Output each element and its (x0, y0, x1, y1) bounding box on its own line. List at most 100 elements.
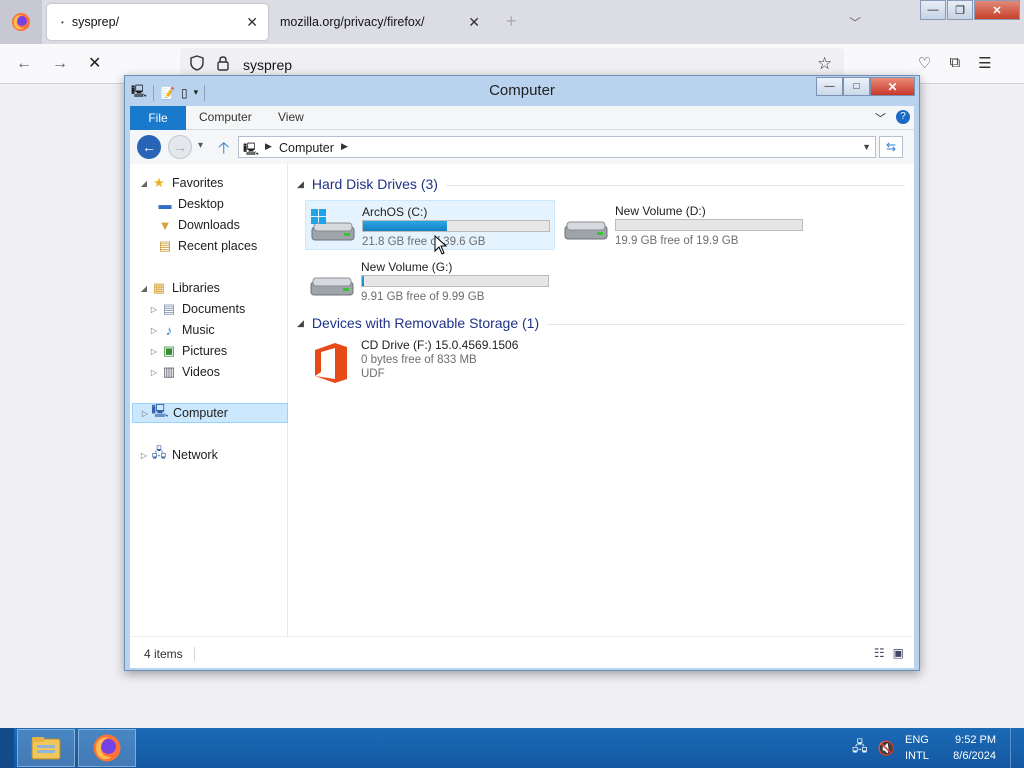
window-title-bar[interactable]: 🖳 📝 ▯ ▾ Computer — □ ✕ (125, 76, 919, 105)
close-button[interactable]: ✕ (974, 0, 1020, 20)
address-dropdown-icon[interactable]: ▼ (862, 142, 871, 152)
nav-documents[interactable]: ▷ ▤ Documents (148, 299, 245, 319)
breadcrumb-computer[interactable]: Computer (279, 141, 334, 155)
recent-places-icon: ▤ (158, 238, 172, 253)
volume-muted-icon[interactable]: 🔇 (878, 740, 895, 757)
star-icon: ★ (153, 175, 165, 190)
up-arrow-icon[interactable]: 🡡 (218, 137, 230, 164)
drive-f-cd[interactable]: CD Drive (F:) 15.0.4569.1506 0 bytes fre… (305, 336, 555, 392)
star-icon[interactable]: ☆ (817, 54, 832, 74)
network-icon: 🖧 (151, 445, 167, 460)
browser-window-controls: — ❐ ✕ (919, 0, 1020, 20)
show-desktop-button[interactable] (1010, 728, 1024, 768)
maximize-button[interactable]: □ (843, 77, 870, 96)
explorer-window-controls: — □ ✕ (816, 77, 915, 96)
group-hard-disk-drives[interactable]: ◢ Hard Disk Drives (3) (297, 176, 905, 192)
pocket-icon[interactable]: ♡ (918, 54, 931, 72)
expanded-arrow-icon[interactable]: ◢ (138, 179, 150, 188)
forward-button[interactable]: → (168, 135, 192, 159)
computer-small-icon: 🖳 (243, 142, 260, 156)
nav-music[interactable]: ▷ ♪ Music (148, 320, 215, 340)
minimize-button[interactable]: — (816, 77, 843, 96)
nav-libraries[interactable]: ◢ ▦ Libraries (138, 278, 220, 298)
tab-computer[interactable]: Computer (199, 110, 252, 124)
collapse-group-icon[interactable]: ◢ (297, 179, 304, 190)
expand-ribbon-icon[interactable]: ﹀ (875, 110, 886, 126)
tab-sysprep[interactable]: • sysprep/ ✕ (47, 4, 268, 40)
recent-locations-icon[interactable]: ▾ (198, 140, 203, 151)
extensions-icon[interactable]: ⧉ (949, 54, 960, 72)
tab-close-icon[interactable]: ✕ (246, 14, 258, 30)
firefox-view-icon[interactable] (0, 0, 42, 44)
nav-label: Network (172, 448, 218, 462)
back-button[interactable]: ← (137, 135, 161, 159)
group-removable-storage[interactable]: ◢ Devices with Removable Storage (1) (297, 315, 905, 331)
separator (194, 647, 195, 661)
tab-view[interactable]: View (278, 110, 304, 124)
drive-d[interactable]: New Volume (D:) 19.9 GB free of 19.9 GB (559, 200, 809, 250)
refresh-button[interactable]: ⇆ (879, 136, 903, 158)
restore-button[interactable]: ❐ (947, 0, 973, 20)
drive-g[interactable]: New Volume (G:) 9.91 GB free of 9.99 GB (305, 256, 555, 306)
menu-icon[interactable]: ☰ (978, 54, 991, 72)
clock[interactable]: 9:52 PM 8/6/2024 (946, 732, 996, 764)
nav-computer[interactable]: ▷ 🖳 Computer (132, 403, 288, 423)
lock-icon[interactable] (216, 55, 230, 71)
nav-label: Libraries (172, 281, 220, 295)
drive-free-space: 21.8 GB free of 39.6 GB (362, 236, 486, 248)
stop-loading-icon[interactable]: ✕ (88, 54, 101, 74)
hard-drive-windows-icon (311, 209, 355, 241)
network-status-icon[interactable]: 🖧 (852, 736, 868, 760)
minimize-button[interactable]: — (920, 0, 946, 20)
collapsed-arrow-icon[interactable]: ▷ (138, 451, 150, 460)
nav-downloads[interactable]: ▼ Downloads (156, 215, 240, 235)
forward-icon[interactable]: → (52, 54, 68, 74)
drive-c[interactable]: ArchOS (C:) 21.8 GB free of 39.6 GB (305, 200, 555, 250)
collapsed-arrow-icon[interactable]: ▷ (148, 368, 160, 377)
drive-free-space: 19.9 GB free of 19.9 GB (615, 235, 739, 247)
office-logo-icon (315, 343, 347, 383)
nav-pictures[interactable]: ▷ ▣ Pictures (148, 341, 227, 361)
language-indicator[interactable]: ENG INTL (905, 732, 929, 764)
browser-tab-bar: • sysprep/ ✕ mozilla.org/privacy/firefox… (0, 0, 1024, 44)
help-icon[interactable]: ? (896, 110, 910, 124)
taskbar-file-explorer[interactable] (17, 729, 75, 767)
collapse-group-icon[interactable]: ◢ (297, 318, 304, 329)
nav-recent-places[interactable]: ▤ Recent places (156, 236, 257, 256)
nav-label: Music (182, 323, 215, 337)
address-bar[interactable]: 🖳 ▶ Computer ▶ ▼ (238, 136, 876, 158)
nav-network[interactable]: ▷ 🖧 Network (138, 445, 218, 465)
tab-mozilla-privacy[interactable]: mozilla.org/privacy/firefox/ ✕ (272, 4, 490, 40)
drive-free-space: 9.91 GB free of 9.99 GB (361, 291, 485, 303)
collapsed-arrow-icon[interactable]: ▷ (148, 305, 160, 314)
tab-title: mozilla.org/privacy/firefox/ (280, 15, 425, 29)
drive-usage-bar (361, 275, 549, 287)
details-view-icon[interactable]: ☷ (874, 646, 885, 660)
collapsed-arrow-icon[interactable]: ▷ (148, 326, 160, 335)
nav-desktop[interactable]: ▬ Desktop (156, 194, 224, 214)
firefox-logo-icon (12, 13, 30, 31)
tab-close-icon[interactable]: ✕ (468, 14, 480, 30)
nav-favorites[interactable]: ◢ ★ Favorites (138, 173, 223, 193)
tiles-view-icon[interactable]: ▣ (893, 646, 904, 660)
computer-icon: 🖳 (151, 403, 169, 418)
back-icon[interactable]: ← (16, 54, 32, 74)
url-text[interactable]: sysprep (243, 57, 292, 73)
collapsed-arrow-icon[interactable]: ▷ (148, 347, 160, 356)
tab-file[interactable]: File (130, 106, 186, 130)
pictures-icon: ▣ (162, 343, 176, 358)
shield-icon[interactable] (190, 55, 204, 71)
list-all-tabs-icon[interactable]: ﹀ (849, 14, 861, 31)
expanded-arrow-icon[interactable]: ◢ (138, 284, 150, 293)
taskbar-firefox[interactable] (78, 729, 136, 767)
drive-name: New Volume (G:) (361, 260, 453, 274)
item-count: 4 items (144, 647, 183, 661)
collapsed-arrow-icon[interactable]: ▷ (139, 409, 151, 418)
new-tab-icon[interactable]: + (506, 11, 517, 31)
close-button[interactable]: ✕ (870, 77, 915, 96)
nav-videos[interactable]: ▷ ▥ Videos (148, 362, 220, 382)
main-pane: ◢ Hard Disk Drives (3) ArchOS (C:) 21.8 … (289, 164, 914, 636)
breadcrumb-arrow-icon[interactable]: ▶ (341, 141, 348, 152)
breadcrumb-arrow-icon[interactable]: ▶ (265, 141, 272, 152)
start-button[interactable] (0, 728, 14, 768)
